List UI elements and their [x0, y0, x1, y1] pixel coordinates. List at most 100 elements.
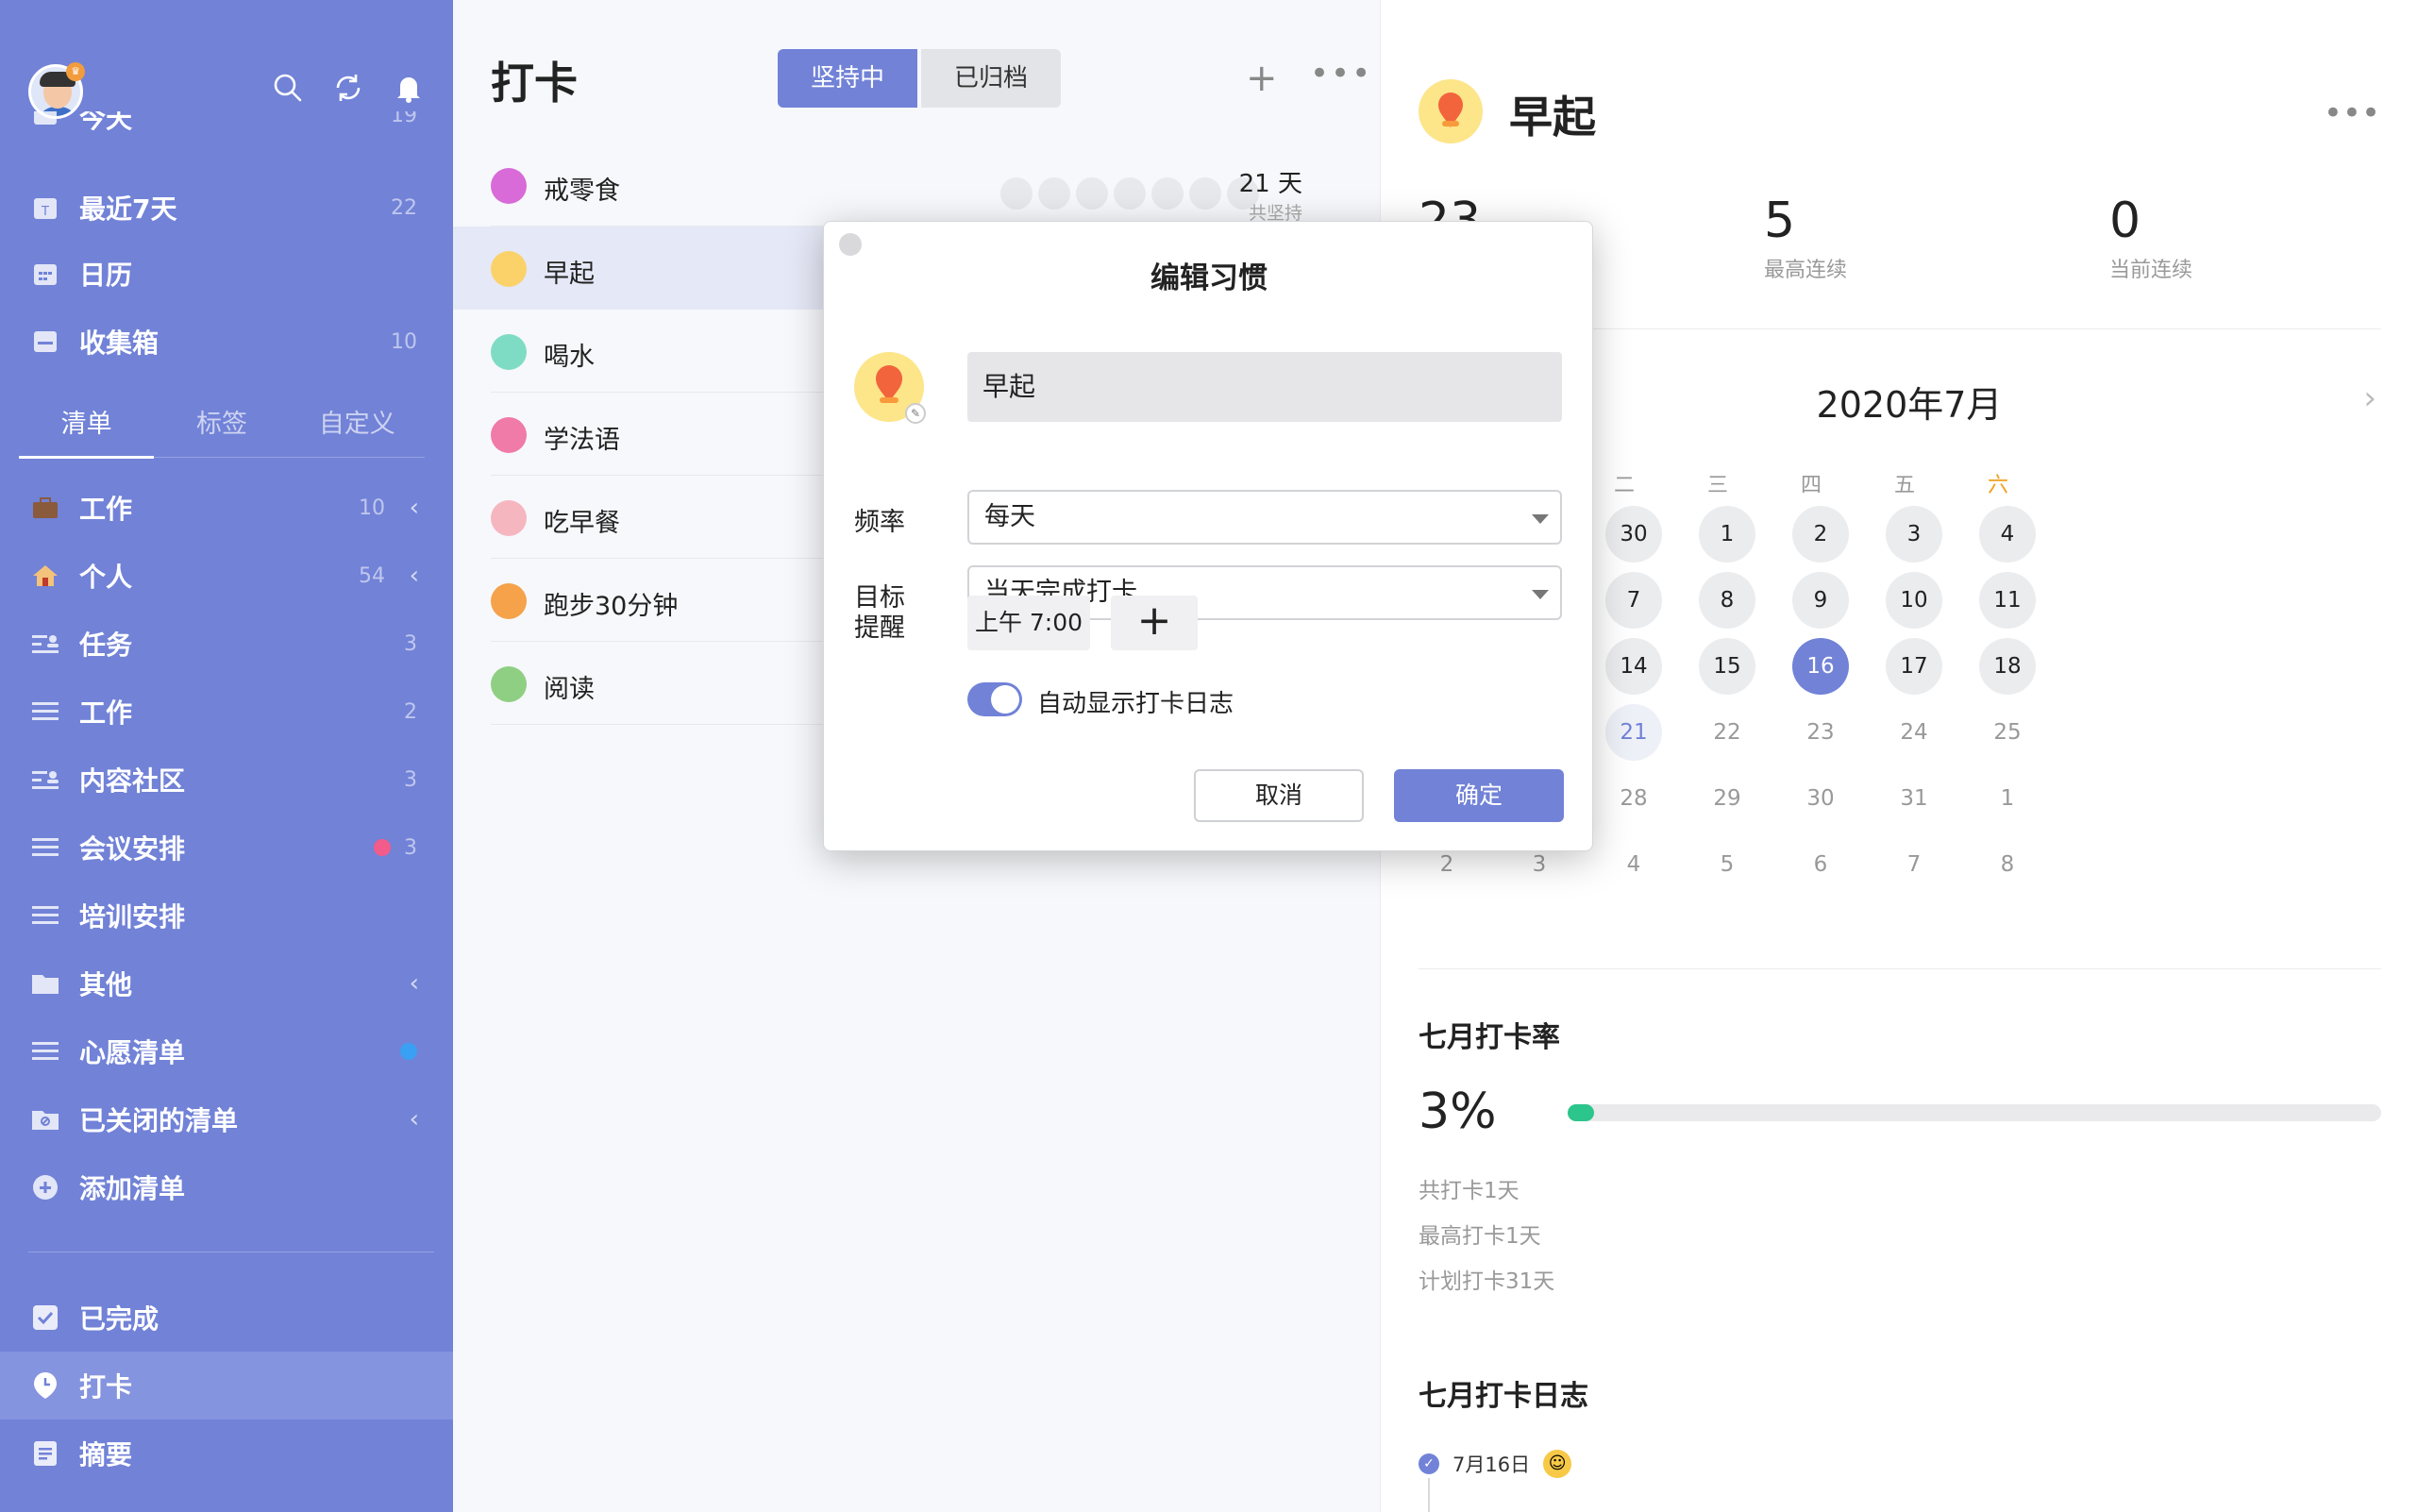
- calendar-day[interactable]: 25: [1979, 704, 2036, 761]
- sidebar-item-tasks[interactable]: 任务 3: [0, 613, 453, 674]
- tab-custom[interactable]: 自定义: [290, 396, 425, 459]
- habit-icon-french: [491, 417, 527, 453]
- sync-icon[interactable]: [332, 72, 364, 104]
- segment-archived[interactable]: 已归档: [921, 49, 1061, 108]
- search-icon[interactable]: [272, 72, 304, 104]
- habit-name: 喝水: [544, 343, 595, 372]
- calendar-day[interactable]: 24: [1886, 704, 1942, 761]
- reminder-label: 提醒: [854, 613, 905, 643]
- frequency-select[interactable]: 每天: [967, 490, 1562, 545]
- cancel-button[interactable]: 取消: [1194, 769, 1364, 822]
- habit-icon-wake: [1419, 79, 1483, 143]
- shared-list-icon: [30, 764, 60, 795]
- sidebar-item-training[interactable]: 培训安排: [0, 885, 453, 946]
- calendar-day[interactable]: 17: [1886, 638, 1942, 695]
- sidebar-item-wishlist[interactable]: 心愿清单: [0, 1021, 453, 1082]
- notification-bell-icon[interactable]: [393, 72, 425, 104]
- tab-lists[interactable]: 清单: [19, 396, 155, 459]
- stat-best-streak: 5 最高连续: [1764, 193, 1847, 283]
- sidebar-item-label: 今天: [79, 111, 133, 134]
- calendar-day[interactable]: 8: [1979, 836, 2036, 893]
- sidebar-item-work[interactable]: 工作 10 ‹: [0, 478, 453, 538]
- calendar-day[interactable]: 21: [1605, 704, 1662, 761]
- calendar-day[interactable]: 28: [1605, 770, 1662, 827]
- habit-name-input[interactable]: 早起: [967, 352, 1562, 422]
- sidebar-item-label: 已关闭的清单: [79, 1105, 239, 1136]
- add-reminder-button[interactable]: +: [1111, 596, 1198, 650]
- calendar-day[interactable]: 2: [1792, 506, 1849, 563]
- calendar-day[interactable]: 1: [1979, 770, 2036, 827]
- calendar-day[interactable]: 11: [1979, 572, 2036, 629]
- sidebar-item-add-list[interactable]: 添加清单: [0, 1157, 453, 1218]
- sidebar-item-count: 2: [404, 699, 417, 724]
- calendar-day[interactable]: 18: [1979, 638, 2036, 695]
- shared-list-icon: [30, 629, 60, 659]
- calendar-day[interactable]: 29: [1699, 770, 1755, 827]
- pencil-icon[interactable]: ✎: [905, 403, 926, 424]
- calendar-day[interactable]: 30: [1792, 770, 1849, 827]
- confirm-button[interactable]: 确定: [1394, 769, 1564, 822]
- segment-active[interactable]: 坚持中: [778, 49, 917, 108]
- more-icon[interactable]: •••: [1310, 55, 1372, 92]
- auto-log-toggle[interactable]: [967, 682, 1022, 716]
- calendar-day[interactable]: 1: [1699, 506, 1755, 563]
- chevron-left-icon[interactable]: ‹: [410, 969, 419, 998]
- chevron-left-icon[interactable]: ‹: [410, 494, 419, 522]
- chevron-left-icon[interactable]: ‹: [410, 562, 419, 590]
- calendar-day[interactable]: 23: [1792, 704, 1849, 761]
- calendar-day[interactable]: 7: [1886, 836, 1942, 893]
- calendar-day[interactable]: 4: [1979, 506, 2036, 563]
- frequency-value: 每天: [984, 502, 1035, 531]
- calendar-day[interactable]: 22: [1699, 704, 1755, 761]
- rate-progress-fill: [1568, 1104, 1595, 1121]
- sidebar-item-habit[interactable]: 打卡: [0, 1352, 453, 1420]
- dialog-title: 编辑习惯: [1150, 261, 1268, 295]
- calendar-day[interactable]: 30: [1605, 506, 1662, 563]
- calendar-day[interactable]: 10: [1886, 572, 1942, 629]
- sidebar-item-meetings[interactable]: 会议安排 3: [0, 817, 453, 878]
- calendar-day[interactable]: 9: [1792, 572, 1849, 629]
- calendar-day[interactable]: 15: [1699, 638, 1755, 695]
- sidebar-item-inbox[interactable]: 收集箱 10: [0, 311, 453, 372]
- chevron-left-icon[interactable]: ‹: [410, 1105, 419, 1134]
- calendar-day[interactable]: 14: [1605, 638, 1662, 695]
- calendar-day[interactable]: 16: [1792, 638, 1849, 695]
- reminder-time-chip[interactable]: 上午 7:00: [967, 596, 1090, 650]
- calendar-day[interactable]: 6: [1792, 836, 1849, 893]
- premium-crown-icon: ♛: [66, 62, 85, 81]
- sidebar-item-calendar[interactable]: 日历: [0, 244, 453, 304]
- habit-name: 学法语: [544, 426, 620, 455]
- calendar-day[interactable]: 4: [1605, 836, 1662, 893]
- rate-section-title: 七月打卡率: [1419, 1021, 1560, 1054]
- add-habit-icon[interactable]: +: [1246, 57, 1278, 100]
- sidebar-item-next7days[interactable]: T 最近7天 22: [0, 177, 453, 238]
- tab-tags[interactable]: 标签: [154, 396, 289, 459]
- calendar-day[interactable]: 8: [1699, 572, 1755, 629]
- sidebar-item-label: 会议安排: [79, 833, 186, 865]
- sidebar-item-count: 3: [404, 631, 417, 656]
- sidebar-item-other[interactable]: 其他 ‹: [0, 953, 453, 1014]
- sidebar-item-label: 内容社区: [79, 765, 186, 797]
- sidebar-item-community[interactable]: 内容社区 3: [0, 749, 453, 810]
- sidebar-item-completed[interactable]: 已完成: [0, 1287, 453, 1348]
- sidebar-item-work-2[interactable]: 工作 2: [0, 681, 453, 742]
- sidebar: ♛ 今天 19 T 最近7天 22 日历 收集箱 10 清单 标签 自定义 工作…: [0, 0, 453, 1512]
- chevron-right-icon[interactable]: ›: [2363, 379, 2376, 417]
- sidebar-item-personal[interactable]: 个人 54 ‹: [0, 546, 453, 606]
- sidebar-item-count: 19: [391, 111, 417, 127]
- calendar-day[interactable]: 5: [1699, 836, 1755, 893]
- sidebar-item-label: 添加清单: [79, 1173, 186, 1204]
- habit-streak-days: 21 天: [1238, 170, 1302, 198]
- sidebar-item-today[interactable]: 今天 19: [0, 111, 453, 145]
- sidebar-item-summary[interactable]: 摘要: [0, 1423, 453, 1484]
- log-entry[interactable]: ✓ 7月16日 ☺: [1419, 1450, 1572, 1478]
- close-dialog-icon[interactable]: [839, 233, 862, 256]
- sidebar-item-closed-lists[interactable]: 已关闭的清单 ‹: [0, 1089, 453, 1150]
- calendar-day[interactable]: 31: [1886, 770, 1942, 827]
- calendar-day[interactable]: 7: [1605, 572, 1662, 629]
- habit-name: 戒零食: [544, 176, 620, 206]
- habit-row[interactable]: 戒零食 21 天 共坚持: [491, 143, 1340, 227]
- calendar-day[interactable]: 3: [1886, 506, 1942, 563]
- sidebar-item-label: 最近7天: [79, 193, 177, 225]
- more-icon[interactable]: •••: [2324, 94, 2380, 132]
